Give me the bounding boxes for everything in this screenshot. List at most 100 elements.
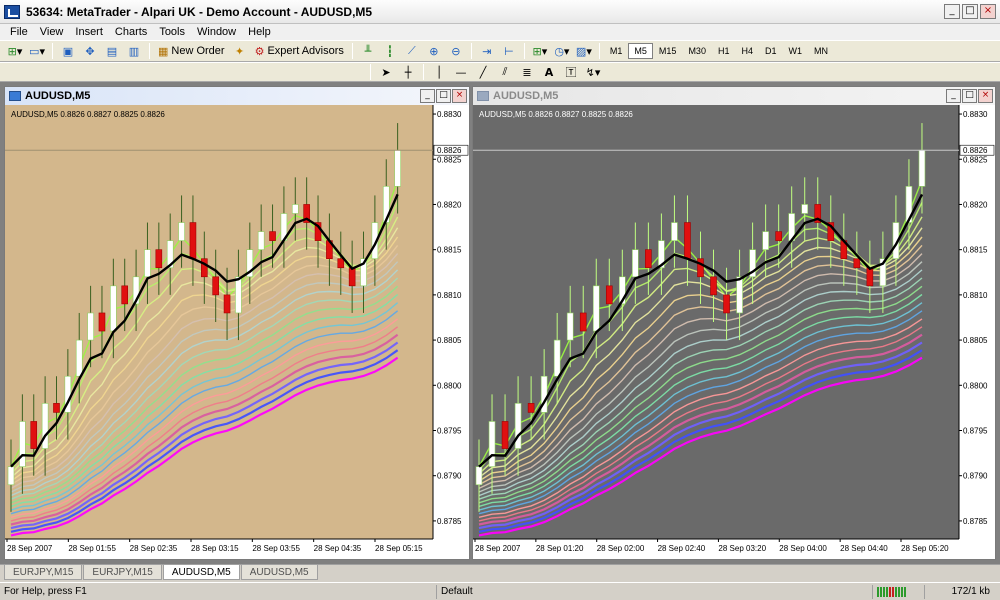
chart-window-right[interactable]: AUDUSD,M5 _ □ × AUDUSD,M5 0.8826 0.8827 … <box>472 86 996 560</box>
menu-insert[interactable]: Insert <box>69 26 109 38</box>
terminal-icon[interactable]: ▤ <box>102 42 122 60</box>
auto-scroll-icon[interactable]: ⇥ <box>477 42 497 60</box>
templates-button[interactable]: ▨ ▾ <box>574 42 594 60</box>
price-label: 0.8815 <box>963 246 988 255</box>
price-label: 0.8815 <box>437 246 462 255</box>
fibonacci-icon[interactable]: ≣ <box>517 63 537 81</box>
chart-tab[interactable]: EURJPY,M15 <box>83 565 162 580</box>
connection-status-icon[interactable] <box>872 584 924 599</box>
candle-body <box>201 258 208 278</box>
toolbar-separator <box>52 43 53 59</box>
price-scale-area <box>959 105 995 559</box>
timeframe-m15[interactable]: M15 <box>653 43 683 59</box>
chart-maximize-button[interactable]: □ <box>436 89 451 103</box>
chart-window-title: AUDUSD,M5 <box>25 90 91 102</box>
candlestick-icon[interactable]: ┇ <box>380 42 400 60</box>
chart-shift-icon[interactable]: ⊢ <box>499 42 519 60</box>
candle-body <box>762 231 769 250</box>
candle-body <box>710 276 717 296</box>
chart-minimize-button[interactable]: _ <box>946 89 961 103</box>
timeframe-m1[interactable]: M1 <box>604 43 629 59</box>
timeframe-h1[interactable]: H1 <box>712 43 736 59</box>
timeframe-m5[interactable]: M5 <box>628 43 653 59</box>
bar-chart-icon[interactable]: ╨ <box>358 42 378 60</box>
profiles-button[interactable]: ▭ ▾ <box>27 42 47 60</box>
zoom-in-icon[interactable]: ⊕ <box>424 42 444 60</box>
chart-tab[interactable]: AUDUSD,M5 <box>240 565 318 580</box>
chart-window-title-bar[interactable]: AUDUSD,M5 <box>473 87 995 105</box>
indicators-button[interactable]: ⊞ ▾ <box>530 42 550 60</box>
chart-window-title-bar[interactable]: AUDUSD,M5 <box>5 87 469 105</box>
chart-minimize-button[interactable]: _ <box>420 89 435 103</box>
timeframe-mn[interactable]: MN <box>808 43 834 59</box>
cursor-icon[interactable]: ➤ <box>376 63 396 81</box>
arrows-button[interactable]: ↯▾ <box>583 63 603 81</box>
time-label: 28 Sep 03:55 <box>252 544 300 553</box>
toolbar-separator <box>370 64 371 80</box>
menu-file[interactable]: File <box>4 26 34 38</box>
chart-tab-active[interactable]: AUDUSD,M5 <box>162 565 240 580</box>
text-icon[interactable]: A <box>539 63 559 81</box>
chart-window-left[interactable]: AUDUSD,M5 _ □ × AUDUSD,M5 0.8826 0.8827 … <box>4 86 470 560</box>
new-chart-button[interactable]: ⊞ ▾ <box>5 42 25 60</box>
new-order-button[interactable]: ▦ New Order <box>155 42 228 60</box>
price-chart-right[interactable]: AUDUSD,M5 0.8826 0.8827 0.8825 0.8826 0.8… <box>473 105 995 559</box>
time-label: 28 Sep 04:00 <box>779 544 827 553</box>
candle-body <box>337 258 345 269</box>
trendline-icon[interactable]: ╱ <box>473 63 493 81</box>
close-button[interactable]: × <box>980 4 996 19</box>
status-bar: For Help, press F1 Default 172/1 kb <box>0 582 1000 600</box>
periods-clock-button[interactable]: ◷ ▾ <box>552 42 572 60</box>
candle-body <box>53 403 60 413</box>
menu-charts[interactable]: Charts <box>109 26 153 38</box>
chart-close-button[interactable]: × <box>978 89 993 103</box>
price-label: 0.8795 <box>963 427 988 436</box>
chart-close-button[interactable]: × <box>452 89 467 103</box>
timeframe-d1[interactable]: D1 <box>759 43 783 59</box>
toolbar-separator <box>598 43 600 59</box>
price-label: 0.8810 <box>963 291 988 300</box>
price-label: 0.8820 <box>437 200 462 209</box>
tester-icon[interactable]: ▥ <box>124 42 144 60</box>
market-watch-icon[interactable]: ▣ <box>58 42 78 60</box>
menu-help[interactable]: Help <box>242 26 277 38</box>
price-label: 0.8820 <box>963 200 988 209</box>
menu-tools[interactable]: Tools <box>153 26 191 38</box>
text-label-icon[interactable]: 🅃 <box>561 63 581 81</box>
timeframe-w1[interactable]: W1 <box>783 43 809 59</box>
navigator-icon[interactable]: ✥ <box>80 42 100 60</box>
crosshair-icon[interactable]: ┼ <box>398 63 418 81</box>
expert-advisors-label: Expert Advisors <box>267 45 344 57</box>
price-label: 0.8825 <box>437 155 462 164</box>
horizontal-line-icon[interactable]: — <box>451 63 471 81</box>
line-chart-icon[interactable]: ⟋ <box>402 42 422 60</box>
candle-body <box>514 403 522 449</box>
menu-window[interactable]: Window <box>191 26 242 38</box>
time-label: 28 Sep 05:15 <box>375 544 423 553</box>
chart-maximize-button[interactable]: □ <box>962 89 977 103</box>
vertical-line-icon[interactable]: │ <box>429 63 449 81</box>
candle-body <box>775 231 782 241</box>
price-label: 0.8830 <box>437 110 462 119</box>
chart-tab[interactable]: EURJPY,M15 <box>4 565 83 580</box>
timeframe-m30[interactable]: M30 <box>682 43 712 59</box>
metaeditor-icon[interactable]: ✦ <box>230 42 250 60</box>
zoom-out-icon[interactable]: ⊖ <box>446 42 466 60</box>
connection-bars-icon <box>877 586 906 597</box>
equidistant-channel-icon[interactable]: ⫽ <box>495 63 515 81</box>
price-label: 0.8785 <box>963 517 988 526</box>
candle-body <box>291 204 299 214</box>
candle-body <box>348 267 356 287</box>
expert-advisors-button[interactable]: ⚙ Expert Advisors <box>252 42 347 60</box>
time-label: 28 Sep 2007 <box>475 544 521 553</box>
menu-view[interactable]: View <box>34 26 70 38</box>
time-label: 28 Sep 04:35 <box>314 544 362 553</box>
candle-body <box>7 466 15 486</box>
maximize-button[interactable]: □ <box>962 4 978 19</box>
candle-body <box>697 258 704 278</box>
price-scale-area <box>433 105 469 559</box>
timeframe-h4[interactable]: H4 <box>735 43 759 59</box>
price-chart-left[interactable]: AUDUSD,M5 0.8826 0.8827 0.8825 0.8826 0.8… <box>5 105 469 559</box>
time-label: 28 Sep 02:40 <box>658 544 706 553</box>
minimize-button[interactable]: _ <box>944 4 960 19</box>
